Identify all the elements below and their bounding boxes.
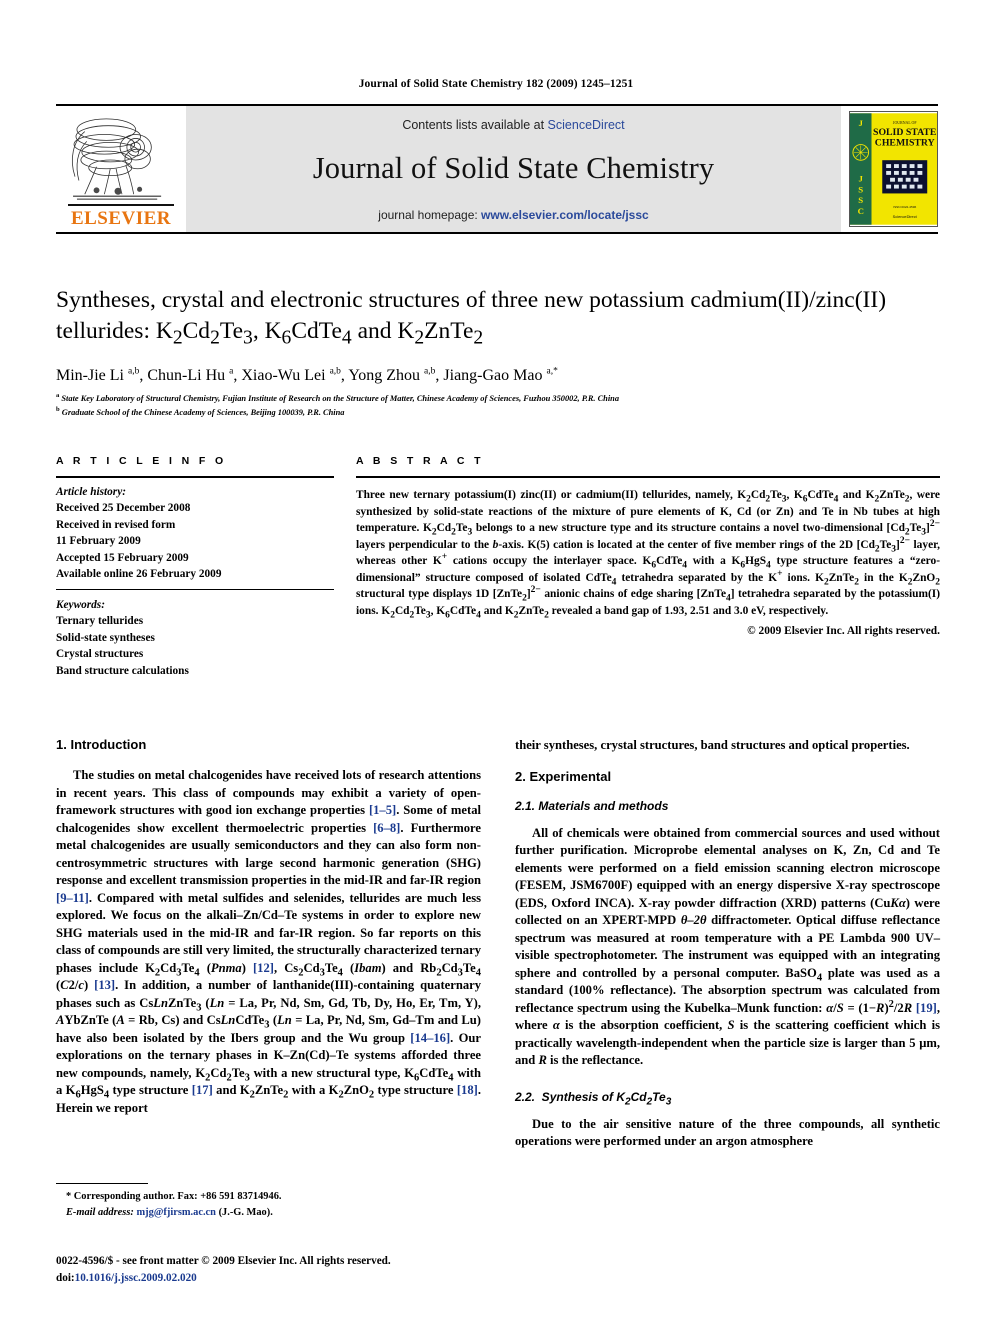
paragraph: their syntheses, crystal structures, ban… [515,738,910,752]
keyword-item: Crystal structures [56,648,144,661]
svg-text:SOLID STATE: SOLID STATE [873,127,937,138]
subsection-heading-synthesis: 2.2. Synthesis of K2Cd2Te3 [515,1089,672,1107]
affiliation-a: a State Key Laboratory of Structural Che… [56,391,620,403]
doi-line: doi:10.1016/j.jssc.2009.02.020 [56,1270,556,1287]
journal-title: Journal of Solid State Chemistry [312,151,715,185]
paper-page: Journal of Solid State Chemistry 182 (20… [0,0,992,1323]
corresponding-author-note: * Corresponding author. Fax: +86 591 837… [66,1191,282,1202]
svg-text:S: S [858,195,863,205]
elsevier-logo: ELSEVIER [56,106,186,232]
doi-label: doi: [56,1271,75,1284]
paragraph: Due to the air sensitive nature of the t… [515,1116,940,1149]
elsevier-rule [68,204,174,206]
svg-text:S: S [858,184,863,194]
body-column-right: their syntheses, crystal structures, ban… [515,737,940,1151]
abstract-text: Three new ternary potassium(I) zinc(II) … [356,489,941,620]
svg-text:JOURNAL OF: JOURNAL OF [893,121,917,125]
sciencedirect-link[interactable]: ScienceDirect [548,118,625,132]
abstract-heading: A B S T R A C T [356,455,484,467]
history-item: Received in revised form [56,518,176,531]
affiliation-a-text: State Key Laboratory of Structural Chemi… [61,393,620,403]
svg-text:J: J [859,174,864,184]
keyword-item: Ternary tellurides [56,615,144,628]
section-heading-experimental: 2. Experimental [515,768,612,784]
body-columns: 1. Introduction The studies on metal cha… [56,737,940,1151]
body-column-left: 1. Introduction The studies on metal cha… [56,737,481,1151]
elsevier-wordmark: ELSEVIER [70,208,172,229]
article-history-label: Article history: [56,486,126,498]
page-title: Syntheses, crystal and electronic struct… [56,287,887,349]
section-heading-introduction: 1. Introduction [56,737,147,752]
article-info-column: A R T I C L E I N F O Article history: R… [56,455,334,679]
footnote-block: * Corresponding author. Fax: +86 591 837… [56,1183,481,1220]
masthead-center: Contents lists available at ScienceDirec… [186,106,841,232]
abstract-column: A B S T R A C T Three new ternary potass… [356,455,940,679]
contents-list-line: Contents lists available at ScienceDirec… [402,118,624,132]
abstract-copyright: © 2009 Elsevier Inc. All rights reserved… [747,625,940,638]
keywords-label: Keywords: [56,598,105,611]
homepage-prefix: journal homepage: [378,208,482,222]
svg-text:C: C [858,206,864,216]
article-history: Article history: Received 25 December 20… [56,478,334,589]
svg-text:ISSN 0022-4596: ISSN 0022-4596 [893,205,916,209]
paragraph: All of chemicals were obtained from comm… [515,825,940,1068]
email-link[interactable]: mjg@fjirsm.ac.cn [136,1207,216,1218]
journal-cover: J J S S C JOURNAL OF SOLID STATE CHEMIST… [841,106,938,232]
contents-prefix: Contents lists available at [402,118,548,132]
doi-link[interactable]: 10.1016/j.jssc.2009.02.020 [75,1272,197,1284]
journal-homepage-line: journal homepage: www.elsevier.com/locat… [378,208,648,222]
svg-text:CHEMISTRY: CHEMISTRY [875,138,935,149]
history-item: 11 February 2009 [56,535,141,548]
svg-text:J: J [859,118,864,128]
keyword-item: Band structure calculations [56,664,189,677]
email-label: E-mail address: [66,1206,134,1218]
svg-text:ScienceDirect: ScienceDirect [893,214,918,219]
email-suffix: (J.-G. Mao). [218,1206,273,1218]
running-head: Journal of Solid State Chemistry 182 (20… [358,78,634,90]
journal-homepage-link[interactable]: www.elsevier.com/locate/jssc [481,208,649,222]
article-info-heading: A R T I C L E I N F O [56,455,227,467]
title-block: Syntheses, crystal and electronic struct… [56,285,940,420]
issn-line: 0022-4596/$ - see front matter © 2009 El… [56,1255,391,1267]
author-list: Min-Jie Li a,b, Chun-Li Hu a, Xiao-Wu Le… [56,366,558,384]
elsevier-tree-icon [72,118,162,200]
keyword-item: Solid-state syntheses [56,631,155,644]
info-abstract-region: A R T I C L E I N F O Article history: R… [56,455,940,679]
subsection-heading-materials: 2.1. Materials and methods [515,798,669,813]
history-item: Received 25 December 2008 [56,502,191,515]
paragraph: The studies on metal chalcogenides have … [56,768,482,1115]
journal-cover-image: J J S S C JOURNAL OF SOLID STATE CHEMIST… [849,111,938,227]
history-item: Available online 26 February 2009 [56,568,222,581]
affiliation-b: b Graduate School of the Chinese Academy… [56,406,345,418]
imprint-block: 0022-4596/$ - see front matter © 2009 El… [56,1253,556,1286]
keywords-block: Keywords: Ternary tellurides Solid-state… [56,590,334,679]
affiliation-b-text: Graduate School of the Chinese Academy o… [61,408,345,418]
journal-masthead: ELSEVIER Contents lists available at Sci… [56,104,938,234]
email-note: E-mail address: mjg@fjirsm.ac.cn (J.-G. … [56,1205,481,1221]
footnote-rule [56,1183,148,1184]
history-item: Accepted 15 February 2009 [56,551,189,564]
